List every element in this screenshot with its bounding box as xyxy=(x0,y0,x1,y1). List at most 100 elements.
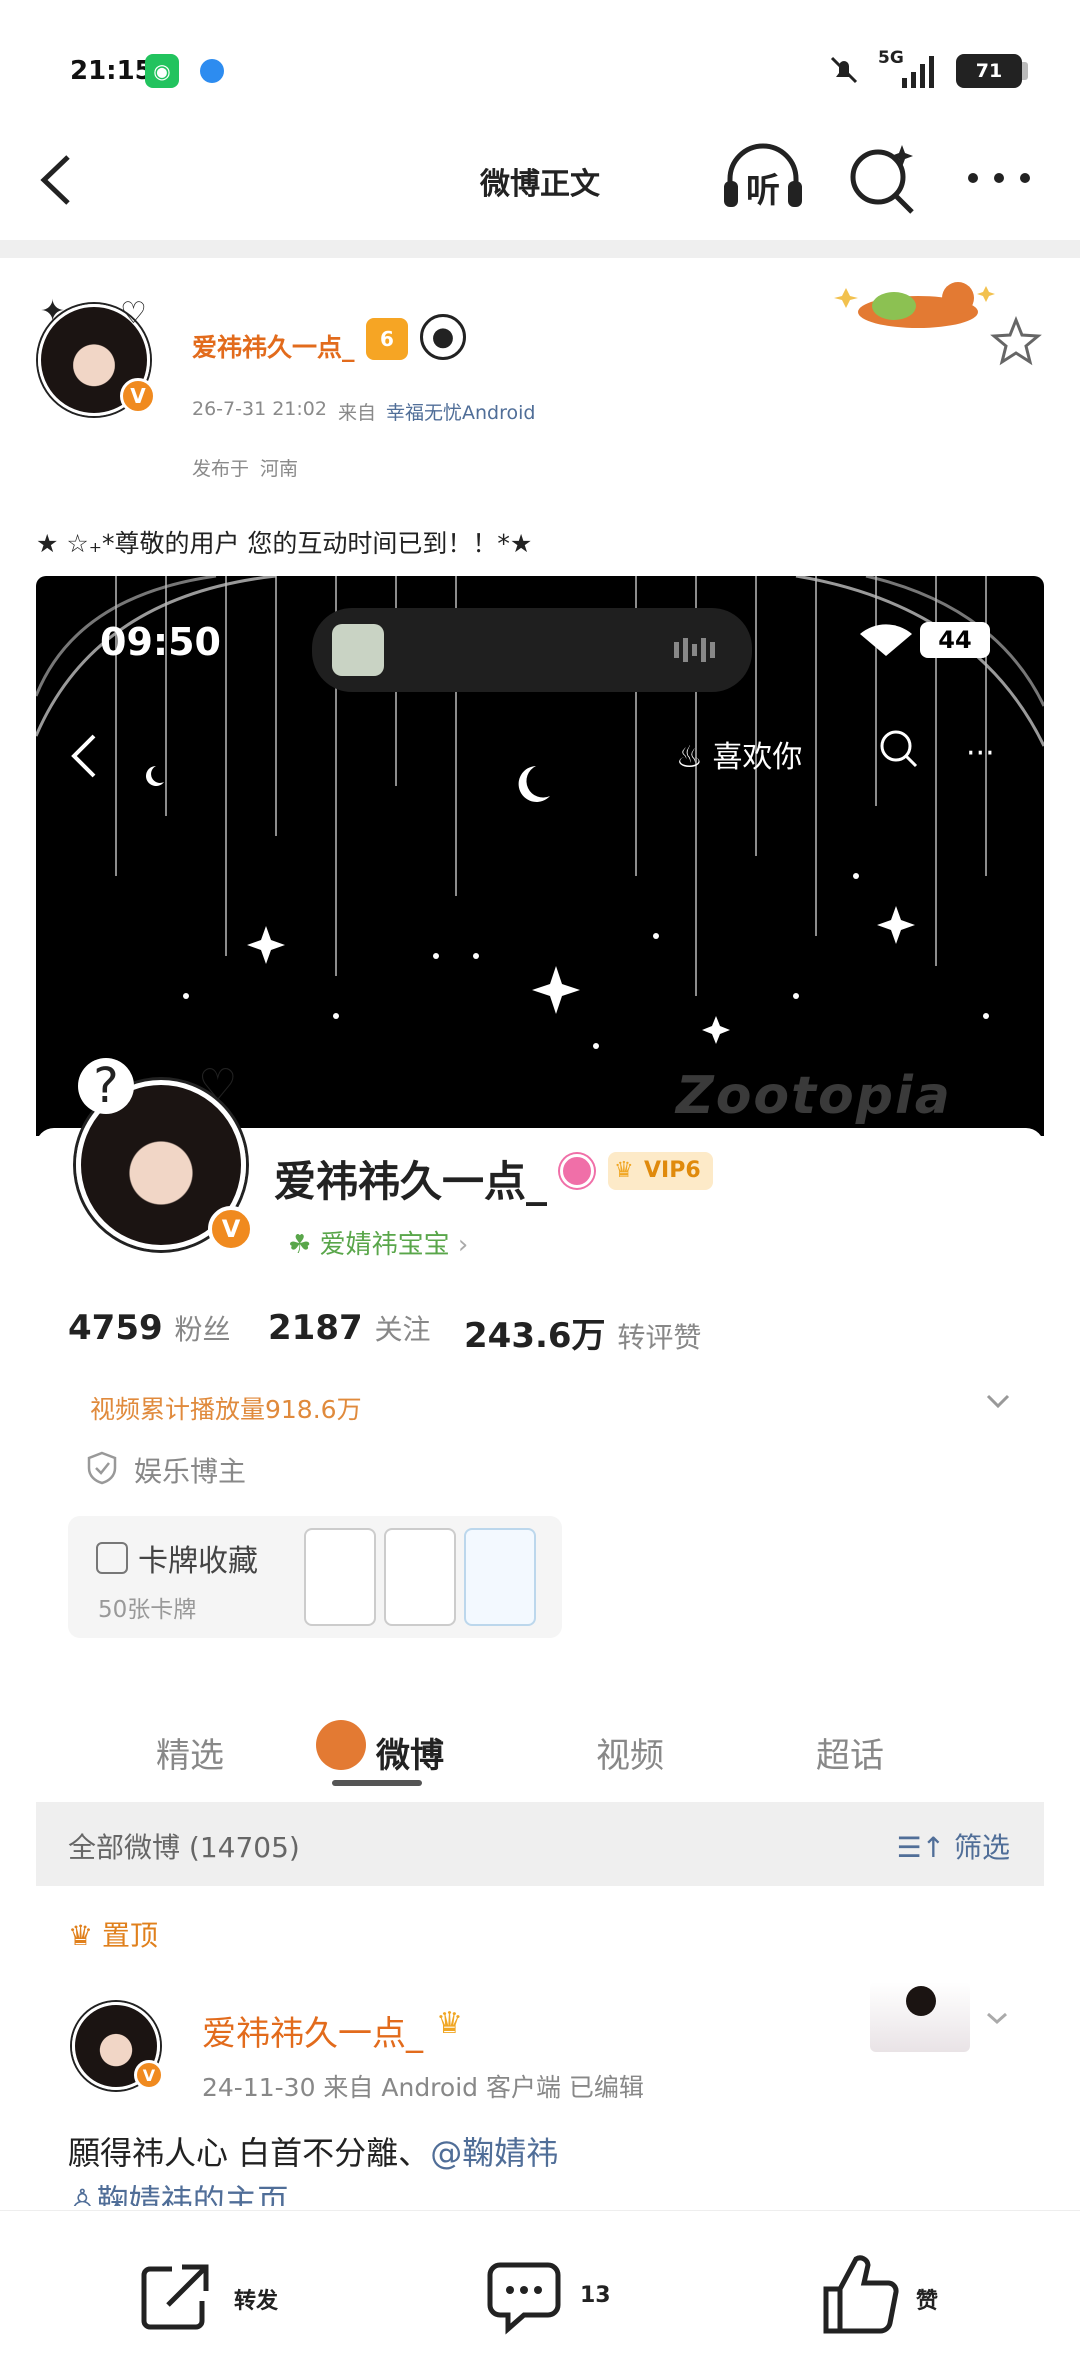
like-you-text: 喜欢你 xyxy=(712,740,803,775)
battery-indicator: 71 xyxy=(956,54,1022,88)
embedded-verified-badge: V xyxy=(208,1206,254,1252)
like-button[interactable] xyxy=(818,2251,902,2337)
pinned-vip-icon: ♛ xyxy=(436,2006,463,2041)
post-image[interactable]: 09:50 44 ♨ 喜欢你 ··· Zootopia ? ♡ V 爱祎祎久一点… xyxy=(36,576,1044,2206)
embedded-sticker-icon: ? xyxy=(78,1058,134,1114)
card-thumb xyxy=(464,1528,536,1626)
pinned-thumbnail xyxy=(870,1982,970,2052)
filter-text: 筛选 xyxy=(953,1831,1010,1864)
all-posts-label: 全部微博 (14705) xyxy=(68,1831,300,1864)
shield-icon xyxy=(84,1450,120,1486)
listen-button[interactable]: 听 xyxy=(720,141,806,217)
post-timestamp: 26-7-31 21:02 xyxy=(192,398,327,420)
battery-tip xyxy=(1022,62,1028,80)
video-plays: 视频累计播放量918.6万 xyxy=(90,1395,362,1424)
divider xyxy=(0,240,1080,258)
zootopia-logo: Zootopia xyxy=(676,1066,952,1126)
tab-weibo: 微博 xyxy=(376,1736,444,1776)
embedded-wifi-icon xyxy=(856,622,916,658)
like-you-icon: ♨ xyxy=(676,740,713,775)
dynamic-island xyxy=(312,608,752,692)
comment-count[interactable]: 13 xyxy=(580,2283,611,2308)
pinned-post-body: 願得祎人心 白首不分離、 xyxy=(68,2134,431,2172)
card-collection-title: 卡牌收藏 xyxy=(138,1544,258,1579)
embedded-more-icon: ··· xyxy=(966,736,995,771)
all-posts-bar: 全部微博 (14705) ☰↑ 筛选 xyxy=(36,1802,1044,1886)
heart-icon: ♡ xyxy=(120,296,147,331)
search-icon[interactable] xyxy=(846,141,922,217)
repost-button[interactable] xyxy=(138,2259,228,2335)
listen-label: 听 xyxy=(746,171,780,211)
like-you-label: ♨ 喜欢你 xyxy=(676,732,802,776)
avatar[interactable]: ✦ ♡ V xyxy=(32,290,162,420)
status-time: 21:15 xyxy=(70,56,153,86)
app-icon xyxy=(195,54,229,88)
category-label: 娱乐博主 xyxy=(134,1455,247,1488)
chevron-right-icon: › xyxy=(449,1230,469,1260)
pinned-verified-badge: V xyxy=(134,2060,164,2090)
fox-icon xyxy=(316,1720,366,1770)
homepage-link-text: 鞠婧祎的主页 xyxy=(96,2182,289,2206)
location-prefix: 发布于 xyxy=(192,458,250,480)
vip-crown-badge: 6 xyxy=(366,318,408,360)
pinned-chevron-icon xyxy=(982,2006,1012,2030)
filter-icon: ☰↑ xyxy=(896,1831,954,1864)
waveform-icon xyxy=(672,636,722,664)
more-icon[interactable] xyxy=(964,163,1034,193)
embedded-avatar: ? ♡ V xyxy=(58,1058,258,1252)
repost-label[interactable]: 转发 xyxy=(234,2283,278,2315)
card-icon xyxy=(96,1542,128,1574)
stat-engagement: 243.6万 转评赞 xyxy=(464,1308,701,1357)
crown-icon: ♛ xyxy=(614,1158,634,1183)
embedded-search-icon xyxy=(876,726,920,770)
music-cover xyxy=(332,624,384,676)
stat-engagement-value: 243.6万 xyxy=(464,1316,606,1356)
post-source[interactable]: 幸福无忧Android xyxy=(386,398,535,425)
tab-super-topic: 超话 xyxy=(816,1736,884,1776)
stat-fans-label: 粉丝 xyxy=(174,1313,231,1346)
tab-underline xyxy=(332,1780,422,1786)
embedded-battery: 44 xyxy=(920,622,990,658)
group-label: ☘ 爱婧祎宝宝 › xyxy=(288,1224,468,1261)
mute-icon xyxy=(826,52,862,88)
sticker-icon: ✦ xyxy=(40,294,66,329)
like-label[interactable]: 赞 xyxy=(916,2283,938,2315)
vip6-badge: ♛ VIP6 xyxy=(608,1152,713,1190)
filter-label: ☰↑ 筛选 xyxy=(897,1826,1010,1866)
embedded-header-banner: 09:50 44 ♨ 喜欢你 ··· Zootopia xyxy=(36,576,1044,1136)
comment-button[interactable] xyxy=(484,2257,564,2337)
card-thumb xyxy=(384,1528,456,1626)
panda-icon: ● xyxy=(420,314,466,360)
post-location: 河南 xyxy=(260,458,299,480)
verified-badge: V xyxy=(120,378,156,414)
pinned-label: ♛ 置顶 xyxy=(68,1914,158,1954)
favorite-star-icon[interactable] xyxy=(990,315,1042,368)
group-label-text: 爱婧祎宝宝 xyxy=(319,1230,450,1260)
card-count: 50张卡牌 xyxy=(98,1597,197,1623)
stat-following-value: 2187 xyxy=(268,1308,363,1348)
person-icon: ♙ xyxy=(68,2182,97,2206)
post-username[interactable]: 爱祎祎久一点_ xyxy=(192,328,355,364)
vip6-label: VIP6 xyxy=(644,1158,701,1183)
nav-bar: 微博正文 听 xyxy=(0,135,1080,240)
group-leaf-icon: ☘ xyxy=(288,1230,320,1260)
tab-featured: 精选 xyxy=(156,1736,224,1776)
stat-engagement-label: 转评赞 xyxy=(617,1321,702,1354)
stat-following: 2187 关注 xyxy=(268,1308,431,1348)
pinned-post-text: 願得祎人心 白首不分離、@鞠婧祎 xyxy=(68,2128,558,2174)
post-text: ★ ☆₊*尊敬的用户 您的互动时间已到！！*★ xyxy=(36,529,533,558)
embedded-heart-icon: ♡ xyxy=(198,1060,238,1111)
vip-level: 6 xyxy=(380,327,394,351)
tab-video: 视频 xyxy=(596,1736,664,1776)
pinned-avatar: V xyxy=(66,1990,166,2090)
embedded-status-time: 09:50 xyxy=(100,620,221,664)
decoration-image xyxy=(826,268,1002,338)
pinned-username: 爱祎祎久一点_ xyxy=(202,2014,423,2054)
homepage-link: ♙鞠婧祎的主页 xyxy=(68,2176,289,2206)
stat-fans: 4759 粉丝 xyxy=(68,1308,231,1348)
from-prefix: 来自 xyxy=(338,402,377,424)
pinned-meta: 24-11-30 来自 Android 客户端 已编辑 xyxy=(202,2073,644,2102)
pink-badge-icon xyxy=(560,1154,594,1188)
card-collection: 卡牌收藏 50张卡牌 xyxy=(68,1516,562,1638)
profile-name: 爱祎祎久一点_ xyxy=(274,1157,548,1206)
